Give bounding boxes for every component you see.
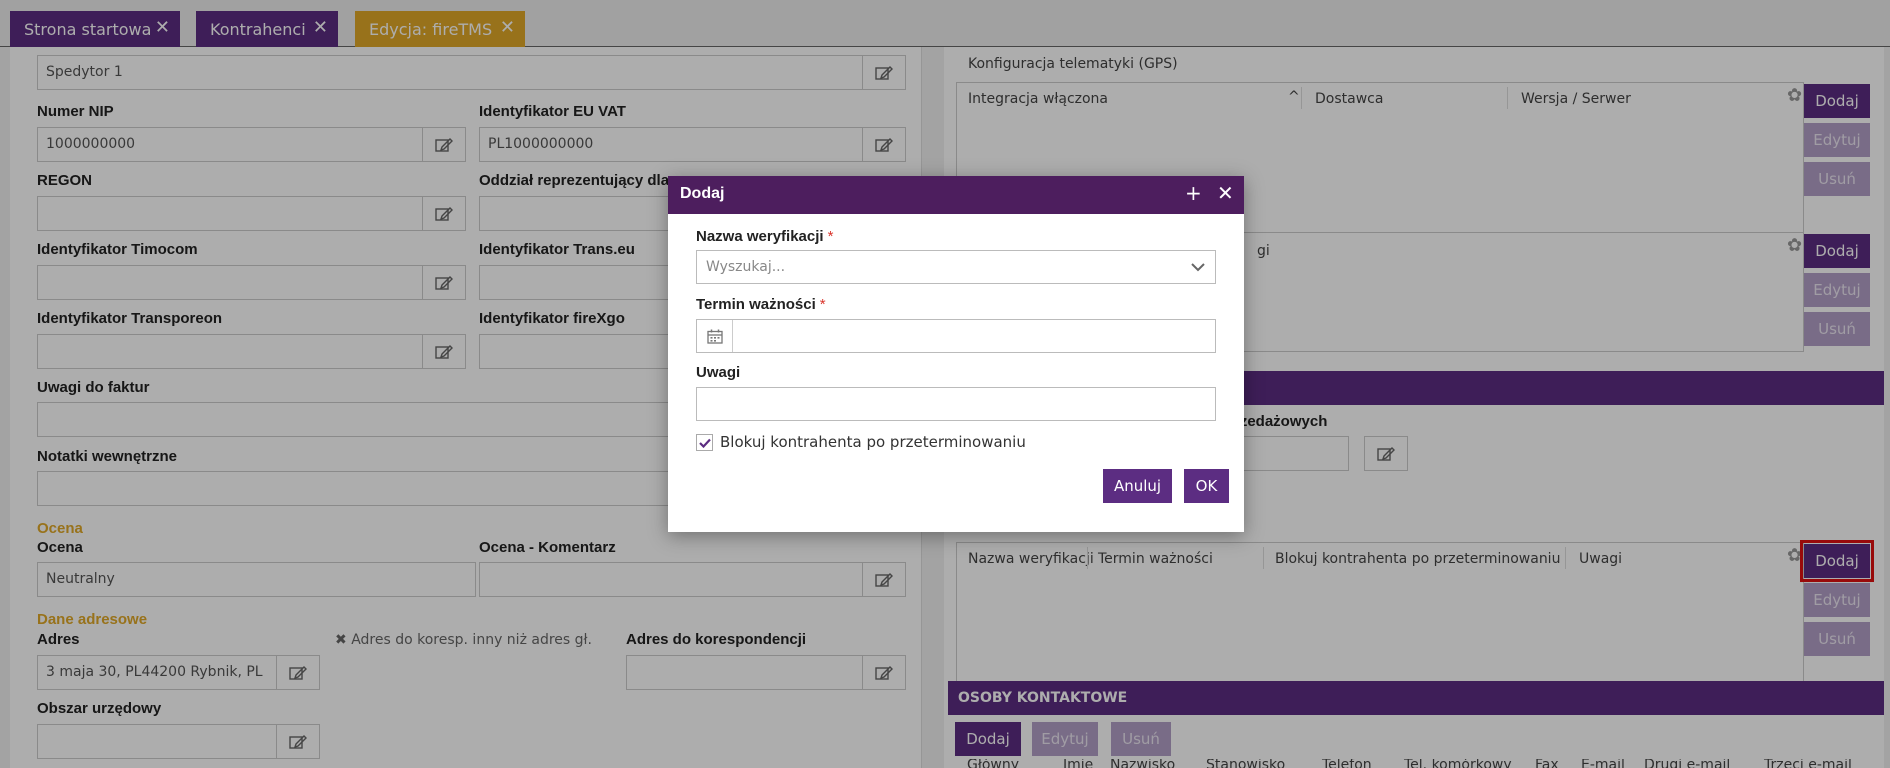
verification-name-select[interactable]: Wyszukaj... — [696, 250, 1216, 284]
block-checkbox-label[interactable]: Blokuj kontrahenta po przeterminowaniu — [720, 433, 1026, 451]
dialog-header: Dodaj + ✕ — [668, 176, 1244, 214]
verification-name-label-text: Nazwa weryfikacji — [696, 228, 824, 245]
expiry-date-input[interactable] — [696, 319, 1216, 353]
notes-input[interactable] — [696, 387, 1216, 421]
required-mark: * — [819, 296, 826, 313]
block-checkbox[interactable] — [696, 434, 713, 451]
add-verification-dialog: Dodaj + ✕ Nazwa weryfikacji * Wyszukaj...… — [668, 176, 1244, 532]
verification-name-placeholder: Wyszukaj... — [706, 259, 786, 275]
expiry-date-label: Termin ważności * — [696, 296, 826, 313]
cancel-button[interactable]: Anuluj — [1103, 469, 1172, 503]
ok-button[interactable]: OK — [1184, 469, 1229, 503]
verification-name-label: Nazwa weryfikacji * — [696, 228, 833, 245]
notes-label: Uwagi — [696, 364, 741, 381]
chevron-down-icon[interactable] — [1191, 262, 1205, 272]
plus-icon[interactable]: + — [1185, 182, 1202, 204]
check-icon — [698, 438, 711, 448]
expiry-date-label-text: Termin ważności — [696, 296, 816, 313]
required-mark: * — [827, 228, 834, 245]
close-icon[interactable]: ✕ — [1217, 182, 1234, 204]
dialog-title: Dodaj — [680, 185, 725, 202]
calendar-icon[interactable] — [697, 320, 733, 352]
